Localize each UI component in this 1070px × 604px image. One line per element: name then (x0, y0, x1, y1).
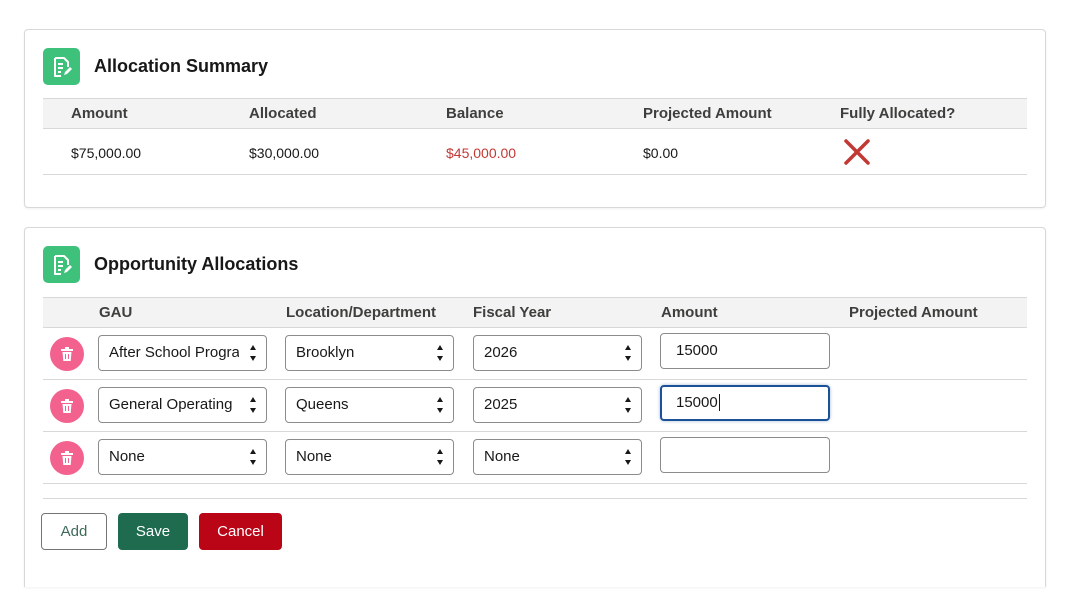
column-header-location: Location/Department (286, 304, 437, 321)
column-header-fiscal-year: Fiscal Year (473, 304, 552, 321)
trash-icon (61, 451, 73, 465)
cancel-button[interactable]: Cancel (199, 513, 282, 550)
gau-select[interactable]: After School Progra (98, 335, 267, 371)
document-edit-icon (43, 246, 80, 283)
select-arrows-icon (437, 397, 443, 413)
delete-row-button[interactable] (50, 441, 84, 475)
column-header-projected-amount: Projected Amount (849, 304, 978, 321)
location-select[interactable]: Brooklyn (285, 335, 454, 371)
fiscal-year-select-value: 2026 (484, 344, 518, 361)
select-arrows-icon (625, 345, 631, 361)
trash-icon (61, 399, 73, 413)
trash-icon (61, 347, 73, 361)
amount-input-value: 15000 (676, 394, 718, 411)
row-divider (43, 431, 1027, 432)
select-arrows-icon (625, 397, 631, 413)
column-header: Balance (446, 105, 504, 122)
allocation-summary-header: Allocation Summary (43, 48, 268, 85)
select-arrows-icon (437, 345, 443, 361)
select-arrows-icon (625, 449, 631, 465)
select-arrows-icon (250, 345, 256, 361)
column-header: Projected Amount (643, 105, 772, 122)
location-select-value: Brooklyn (296, 344, 355, 361)
card-title: Allocation Summary (94, 56, 269, 76)
gau-select[interactable]: None (98, 439, 267, 475)
gau-select-value: None (109, 448, 145, 465)
save-button[interactable]: Save (118, 513, 188, 550)
summary-projected-amount: $0.00 (643, 145, 679, 161)
fiscal-year-select-value: 2025 (484, 396, 518, 413)
footer-divider (43, 498, 1027, 499)
gau-select[interactable]: General Operating (98, 387, 267, 423)
location-select[interactable]: None (285, 439, 454, 475)
row-divider (43, 379, 1027, 380)
column-header: Amount (71, 105, 128, 122)
select-arrows-icon (250, 449, 256, 465)
summary-header-row: Amount Allocated Balance Projected Amoun… (43, 98, 1027, 129)
location-select-value: None (296, 448, 332, 465)
red-x-icon (843, 138, 871, 169)
fiscal-year-select-value: None (484, 448, 520, 465)
select-arrows-icon (437, 449, 443, 465)
select-arrows-icon (250, 397, 256, 413)
document-edit-icon (43, 48, 80, 85)
allocations-header-row: GAU Location/Department Fiscal Year Amou… (43, 297, 1027, 328)
column-header-amount: Amount (661, 304, 718, 321)
gau-select-value: After School Progra (109, 344, 239, 361)
amount-input[interactable] (660, 437, 830, 473)
summary-allocated: $30,000.00 (249, 145, 320, 161)
column-header: Fully Allocated? (840, 105, 956, 122)
opportunity-allocations-header: Opportunity Allocations (43, 246, 298, 283)
row-divider (43, 174, 1027, 175)
fiscal-year-select[interactable]: None (473, 439, 642, 475)
summary-amount: $75,000.00 (71, 145, 142, 161)
opportunity-allocations-card: Opportunity Allocations GAU Location/Dep… (24, 227, 1046, 587)
location-select[interactable]: Queens (285, 387, 454, 423)
fiscal-year-select[interactable]: 2026 (473, 335, 642, 371)
allocation-summary-card: Allocation Summary Amount Allocated Bala… (24, 29, 1046, 208)
delete-row-button[interactable] (50, 337, 84, 371)
gau-select-value: General Operating (109, 396, 233, 413)
text-caret (718, 393, 720, 411)
amount-input-focused[interactable]: 15000 (660, 385, 830, 421)
column-header-gau: GAU (99, 304, 133, 321)
column-header: Allocated (249, 105, 317, 122)
delete-row-button[interactable] (50, 389, 84, 423)
row-divider (43, 483, 1027, 484)
location-select-value: Queens (296, 396, 349, 413)
card-title: Opportunity Allocations (94, 254, 299, 274)
summary-balance: $45,000.00 (446, 145, 517, 161)
add-button[interactable]: Add (41, 513, 107, 550)
fiscal-year-select[interactable]: 2025 (473, 387, 642, 423)
amount-input[interactable]: 15000 (660, 333, 830, 369)
